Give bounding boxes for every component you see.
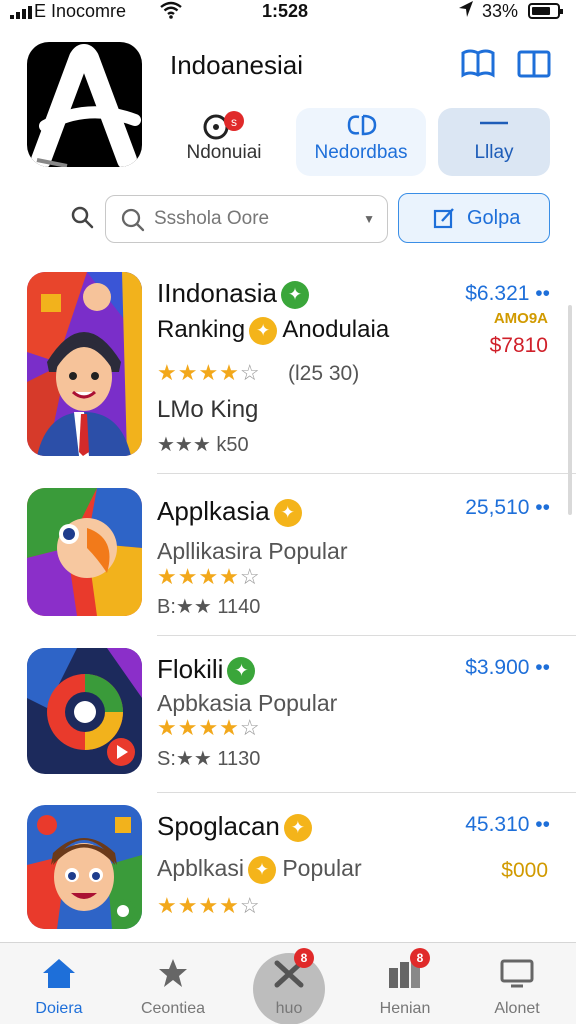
segment-label: Ndonuiai [186, 142, 262, 163]
star-icon [118, 954, 228, 992]
segment-label: Lllay [474, 142, 514, 163]
divider [157, 635, 576, 636]
chevron-down-icon[interactable]: ▼ [363, 212, 375, 226]
verified-badge-icon: ✦ [280, 281, 309, 310]
app-name: Applkasia ✦ [157, 496, 302, 528]
search-placeholder: Ssshola Oore [154, 208, 270, 229]
game-icon: 8 [234, 948, 344, 992]
app-subtitle: Apbkasia Popular [157, 690, 338, 716]
tab-label: Henian [379, 1000, 431, 1017]
divider [157, 792, 576, 793]
signal-icon [10, 6, 32, 19]
search-button[interactable]: Golpa [398, 193, 550, 243]
star-badge-icon: ✦ [283, 814, 312, 843]
dash-icon [438, 108, 550, 142]
app-name: Flokili ✦ [157, 654, 256, 686]
app-icon-applkasia [27, 488, 142, 616]
battery-icon [528, 3, 563, 19]
battery-percent: 33% [482, 1, 519, 21]
carrier-name: E Inocomre [34, 1, 127, 21]
segment-badge-text: s [231, 115, 237, 129]
home-icon [4, 954, 114, 992]
app-meta: ★★★ k50 [157, 434, 249, 456]
tv-icon [462, 954, 572, 992]
tab-home[interactable]: Doiera [4, 954, 114, 1018]
app-icon-spoglacan [27, 805, 142, 929]
rating-count: (l25 30) [288, 362, 360, 385]
tab-tv[interactable]: Alonet [462, 954, 572, 1018]
search-input[interactable]: Ssshola Oore ▼ [105, 195, 388, 243]
divider [157, 473, 576, 474]
clock: 1:528 [262, 1, 309, 21]
verified-badge-icon: ✦ [227, 657, 256, 686]
book-icon[interactable] [514, 44, 554, 84]
app-secondary-price: $000 [501, 859, 548, 882]
cd-icon [296, 108, 426, 142]
segment-tab-2[interactable]: Nedordbas [296, 108, 426, 176]
app-price[interactable]: $3.900 •• [465, 656, 550, 680]
tab-featured[interactable]: Ceontiea [118, 954, 228, 1018]
location-arrow-icon [458, 0, 474, 23]
status-bar: E Inocomre 1:528 33% [0, 0, 576, 26]
search-icon[interactable] [70, 205, 96, 231]
app-name: Spoglacan ✦ [157, 811, 312, 843]
star-badge-icon: ✦ [273, 499, 302, 528]
app-name: IIndonasia ✦ [157, 278, 309, 310]
segment-tab-3[interactable]: Lllay [438, 108, 550, 176]
app-subtitle: Apllikasira Popular [157, 538, 348, 564]
tab-label: huo [275, 1000, 303, 1017]
app-subtitle: Ranking ✦ Anodulaia [157, 316, 390, 345]
wifi-icon [160, 1, 182, 24]
app-meta: S:★★ 1130 [157, 748, 261, 770]
star-rating: ★★★★☆ [157, 564, 261, 589]
app-price[interactable]: 25,510 •• [465, 496, 550, 520]
scrollbar[interactable] [568, 305, 572, 515]
star-rating: ★★★★☆ [157, 360, 261, 385]
app-price[interactable]: 45.310 •• [465, 813, 550, 837]
star-rating: ★★★★☆ [157, 893, 261, 918]
search-button-label: Golpa [467, 207, 521, 229]
star-badge-icon: ✦ [247, 855, 276, 884]
book-open-icon[interactable] [458, 44, 498, 84]
tab-label: Doiera [35, 1000, 83, 1017]
app-meta: B:★★ 1140 [157, 596, 261, 618]
app-secondary-price: $7810 [489, 334, 548, 357]
app-tag: AMO9A [493, 310, 548, 327]
grid-icon: 8 [350, 948, 460, 992]
app-subtitle: Apblkasi ✦ Popular [157, 855, 362, 884]
segment-tab-1[interactable]: s Ndonuiai [168, 108, 280, 176]
tab-label: Alonet [494, 1000, 540, 1017]
notification-badge: 8 [410, 948, 430, 968]
star-rating: ★★★★☆ [157, 715, 261, 740]
search-icon [120, 207, 146, 238]
app-logo [27, 42, 142, 167]
notification-badge: 8 [294, 948, 314, 968]
edit-icon [433, 206, 457, 236]
app-price[interactable]: $6.321 •• [465, 282, 550, 306]
page-title: Indoanesiai [170, 50, 303, 80]
app-icon-indonasia [27, 272, 142, 456]
tab-games[interactable]: 8 huo [234, 948, 344, 1018]
tab-label: Ceontiea [140, 1000, 206, 1017]
app-icon-flokili [27, 648, 142, 774]
star-badge-icon: ✦ [249, 316, 278, 345]
record-icon: s [168, 108, 280, 142]
segment-label: Nedordbas [314, 142, 408, 163]
app-tagline: LMo King [157, 396, 259, 423]
tab-apps[interactable]: 8 Henian [350, 948, 460, 1018]
